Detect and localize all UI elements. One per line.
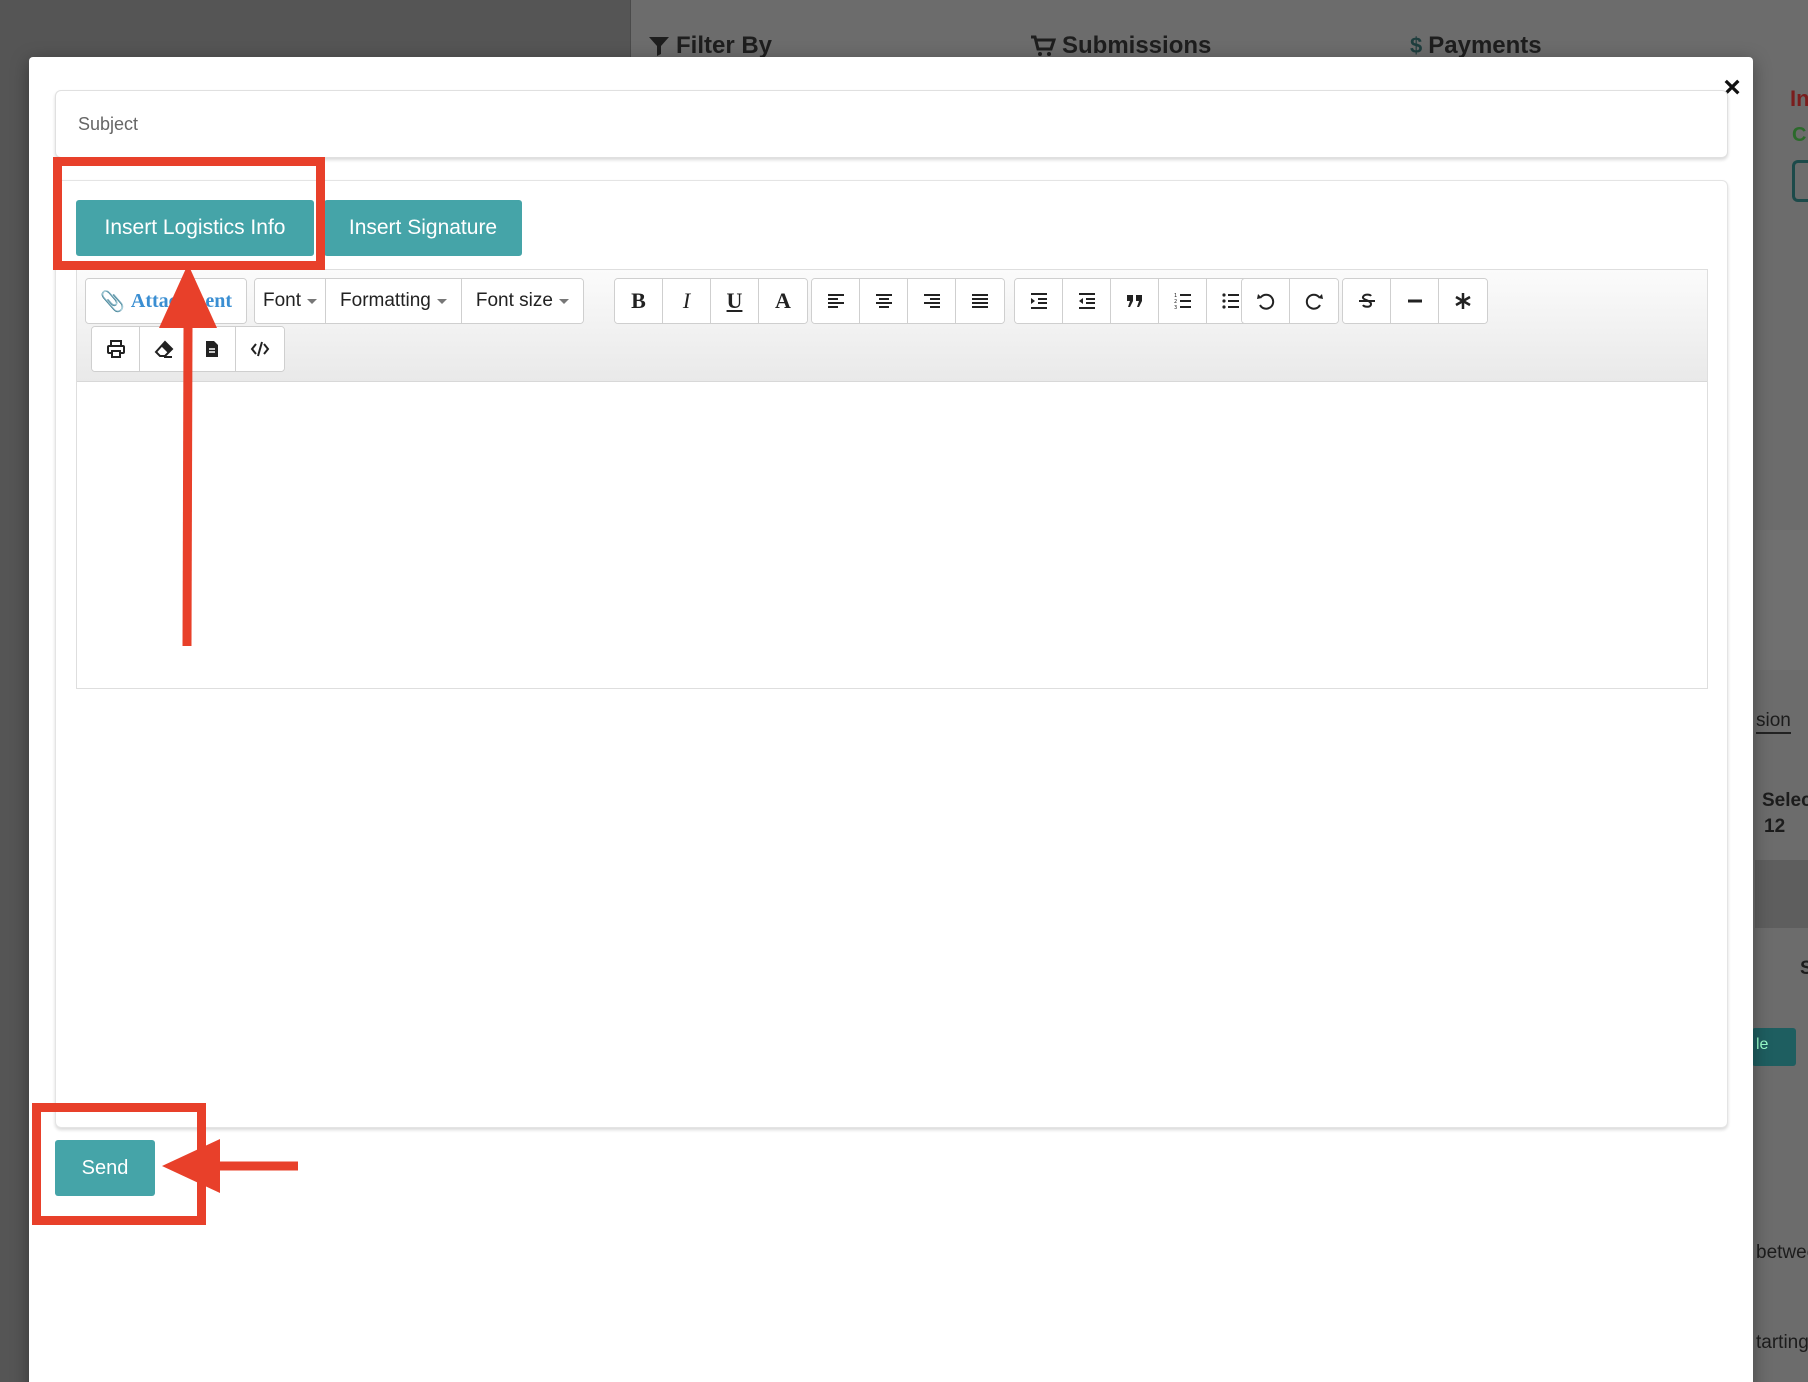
- rich-text-editor: 📎 Attachment Font Formatting Font size B…: [76, 269, 1708, 689]
- ordered-list-button[interactable]: 123: [1159, 279, 1207, 323]
- eraser-icon: [154, 340, 173, 358]
- editor-toolbar: 📎 Attachment Font Formatting Font size B…: [77, 270, 1707, 382]
- quote-icon: [1126, 295, 1142, 307]
- undo-button[interactable]: [1242, 279, 1290, 323]
- indent-button[interactable]: [1015, 279, 1063, 323]
- document-icon: [205, 341, 218, 357]
- font-group: Font Formatting Font size: [254, 278, 584, 324]
- code-icon: [250, 341, 270, 357]
- bg-tab-submissions: Submissions: [1030, 32, 1211, 60]
- bg-tab-filter: Filter By: [648, 32, 772, 60]
- blockquote-button[interactable]: [1111, 279, 1159, 323]
- justify-icon: [972, 294, 988, 308]
- eraser-button[interactable]: [140, 327, 188, 371]
- attachment-group: 📎 Attachment: [85, 278, 247, 324]
- minus-icon: [1407, 299, 1422, 303]
- indent-icon: [1030, 293, 1047, 309]
- alignment-group: [811, 278, 1005, 324]
- asterisk-icon: [1455, 293, 1471, 309]
- font-size-dropdown[interactable]: Font size: [461, 279, 583, 323]
- horizontal-rule-button[interactable]: [1391, 279, 1439, 323]
- align-left-button[interactable]: [812, 279, 860, 323]
- svg-text:3: 3: [1174, 305, 1177, 311]
- bg-tab-payments: $ Payments: [1410, 32, 1542, 59]
- document-button[interactable]: [188, 327, 236, 371]
- formatting-dropdown[interactable]: Formatting: [326, 279, 462, 323]
- outdent-icon: [1078, 293, 1095, 309]
- screenshot-page: Filter By Submissions $ Payments In C si…: [0, 0, 1808, 1382]
- undo-icon: [1256, 293, 1274, 310]
- block-group: 123: [1014, 278, 1256, 324]
- align-right-icon: [923, 294, 940, 308]
- cart-icon: [1031, 35, 1056, 56]
- text-style-group: B I U A: [614, 278, 808, 324]
- strikethrough-icon: [1358, 293, 1375, 308]
- dollar-icon: $: [1410, 33, 1423, 58]
- paperclip-icon: 📎: [100, 290, 125, 313]
- misc-group: [1342, 278, 1488, 324]
- attachment-button[interactable]: 📎 Attachment: [86, 279, 246, 323]
- font-dropdown[interactable]: Font: [255, 279, 327, 323]
- bg-red-text: In: [1790, 86, 1808, 111]
- highlight-box-send: [32, 1103, 206, 1225]
- subject-input[interactable]: [55, 90, 1728, 158]
- align-right-button[interactable]: [908, 279, 956, 323]
- bg-text-betwee: betwee: [1756, 1242, 1808, 1263]
- print-icon: [106, 340, 125, 358]
- bg-text-sion: sion: [1756, 710, 1791, 734]
- bullet-list-icon: [1222, 293, 1239, 309]
- underline-button[interactable]: U: [711, 279, 759, 323]
- text-color-button[interactable]: A: [759, 279, 807, 323]
- insert-signature-button[interactable]: Insert Signature: [324, 200, 522, 256]
- bg-outline-button: [1792, 160, 1808, 202]
- strikethrough-button[interactable]: [1343, 279, 1391, 323]
- bg-text-s: S: [1800, 958, 1808, 979]
- bg-teal-button: le: [1752, 1028, 1796, 1066]
- bold-button[interactable]: B: [615, 279, 663, 323]
- bg-stripe: [1755, 860, 1808, 928]
- outdent-button[interactable]: [1063, 279, 1111, 323]
- bg-text-selec: Selec: [1762, 790, 1808, 811]
- filter-icon: [649, 37, 669, 56]
- align-center-icon: [875, 294, 892, 308]
- caret-down-icon: [307, 298, 318, 304]
- bg-green-text: C: [1792, 124, 1807, 146]
- special-char-button[interactable]: [1439, 279, 1487, 323]
- history-group: [1241, 278, 1339, 324]
- bg-text-tarting: tarting: [1756, 1332, 1808, 1353]
- tools-group: [91, 326, 285, 372]
- caret-down-icon: [558, 298, 569, 304]
- redo-button[interactable]: [1290, 279, 1338, 323]
- ordered-list-icon: 123: [1174, 293, 1191, 311]
- align-center-button[interactable]: [860, 279, 908, 323]
- align-left-icon: [827, 294, 844, 308]
- print-button[interactable]: [92, 327, 140, 371]
- redo-icon: [1305, 293, 1323, 310]
- caret-down-icon: [436, 298, 447, 304]
- highlight-box-insert-logistics: [53, 157, 325, 270]
- justify-button[interactable]: [956, 279, 1004, 323]
- code-view-button[interactable]: [236, 327, 284, 371]
- bg-panel: [1755, 530, 1808, 670]
- italic-button[interactable]: I: [663, 279, 711, 323]
- bg-text-12: 12: [1764, 816, 1786, 837]
